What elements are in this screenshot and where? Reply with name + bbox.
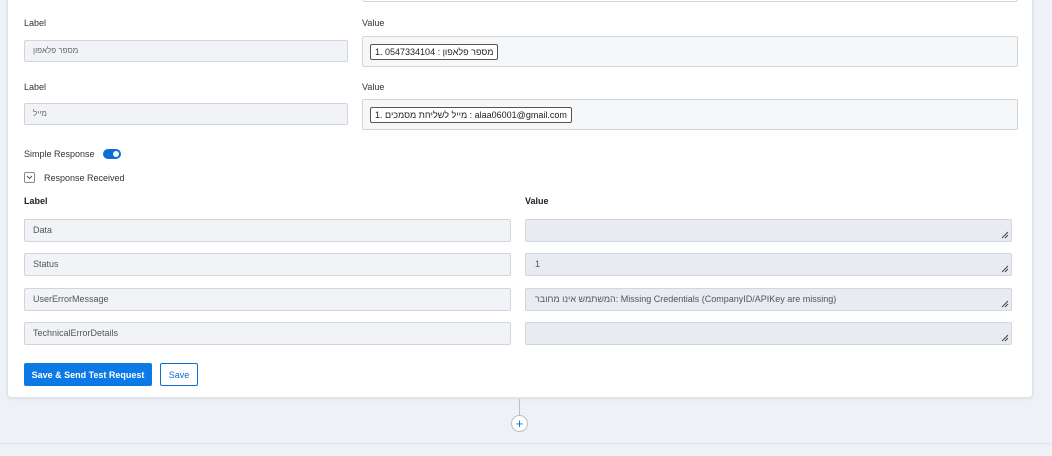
save-button[interactable]: Save	[160, 363, 198, 386]
previous-value-field[interactable]	[362, 0, 1018, 2]
chevron-down-icon[interactable]	[24, 172, 35, 183]
simple-response-label: Simple Response	[24, 149, 95, 159]
response-row-label: Status	[24, 253, 511, 276]
mapping-value-caption: Value	[362, 82, 385, 92]
mapping-label-field[interactable]: מספר פלאפון	[24, 40, 348, 62]
variable-chip[interactable]: 1. מייל לשליחת מסמכים : alaa06001@gmail.…	[370, 107, 572, 123]
response-row-label: Data	[24, 219, 511, 242]
response-row-value[interactable]: 1	[525, 253, 1012, 276]
add-step-button[interactable]: +	[511, 415, 528, 432]
mapping-value-field[interactable]: 1. מספר פלאפון : 0547334104	[362, 36, 1018, 67]
response-received-label: Response Received	[44, 172, 125, 183]
mapping-value-caption: Value	[362, 18, 385, 28]
response-label-header: Label	[24, 196, 48, 206]
mapping-label-field[interactable]: מייל	[24, 103, 348, 125]
step-card: Label Value מספר פלאפון 1. מספר פלאפון :…	[7, 0, 1033, 398]
divider	[0, 443, 1052, 444]
resize-handle-icon[interactable]	[1001, 265, 1009, 273]
resize-handle-icon[interactable]	[1001, 300, 1009, 308]
resize-handle-icon[interactable]	[1001, 231, 1009, 239]
variable-chip[interactable]: 1. מספר פלאפון : 0547334104	[370, 44, 499, 60]
response-value-text: המשתמש אינו מחובר: Missing Credentials (…	[535, 294, 837, 304]
step-connector	[519, 399, 520, 415]
mapping-value-field[interactable]: 1. מייל לשליחת מסמכים : alaa06001@gmail.…	[362, 99, 1018, 130]
response-value-header: Value	[525, 196, 549, 206]
simple-response-toggle[interactable]	[102, 149, 121, 159]
response-row-value[interactable]: המשתמש אינו מחובר: Missing Credentials (…	[525, 288, 1012, 311]
response-row-value[interactable]	[525, 219, 1012, 242]
mapping-label-caption: Label	[24, 18, 47, 28]
response-row-value[interactable]	[525, 322, 1012, 345]
plus-icon: +	[515, 416, 524, 431]
response-received-header[interactable]: Response Received	[24, 172, 125, 183]
mapping-label-caption: Label	[24, 82, 47, 92]
response-row-label: UserErrorMessage	[24, 288, 511, 311]
save-and-send-test-button[interactable]: Save & Send Test Request	[24, 363, 152, 386]
resize-handle-icon[interactable]	[1001, 334, 1009, 342]
response-row-label: TechnicalErrorDetails	[24, 322, 511, 345]
simple-response-row: Simple Response	[24, 149, 121, 159]
response-value-text: 1	[535, 259, 541, 269]
